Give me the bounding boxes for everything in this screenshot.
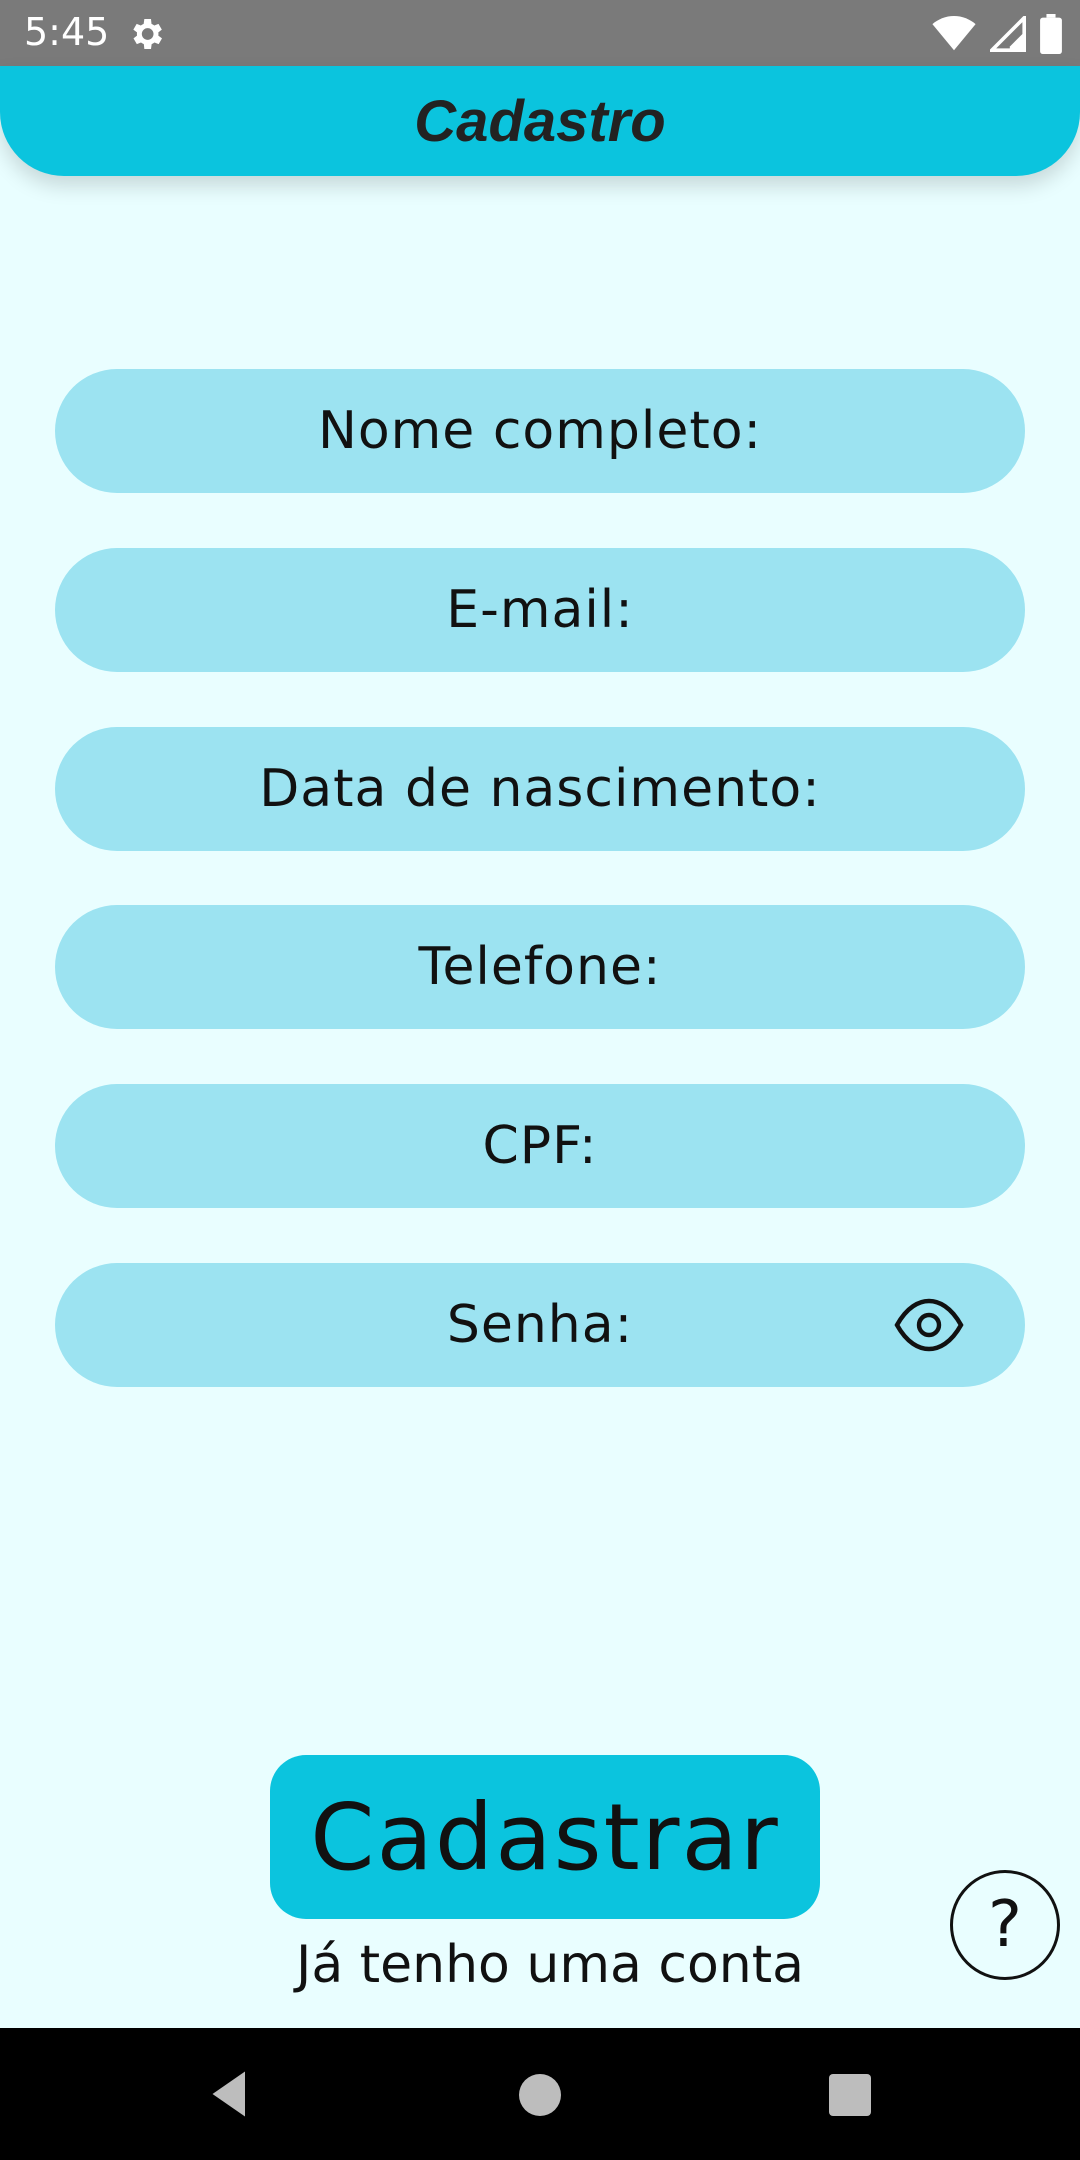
cpf-field-label: CPF: (482, 1116, 598, 1176)
status-icons (932, 14, 1062, 54)
birthdate-field-label: Data de nascimento: (259, 759, 821, 819)
register-button-label: Cadastrar (310, 1783, 780, 1891)
password-field[interactable]: Senha: (55, 1263, 1025, 1387)
name-field[interactable]: Nome completo: (55, 369, 1025, 493)
eye-icon[interactable] (893, 1297, 965, 1353)
home-icon[interactable] (519, 2074, 561, 2116)
page-title: Cadastro (414, 88, 666, 154)
phone-field-label: Telefone: (418, 937, 662, 997)
cpf-field[interactable]: CPF: (55, 1084, 1025, 1208)
status-bar: 5:45 (0, 0, 1080, 66)
app-header: Cadastro (0, 66, 1080, 176)
name-field-label: Nome completo: (317, 401, 763, 461)
login-link[interactable]: Já tenho uma conta (270, 1935, 830, 1995)
help-icon: ? (988, 1888, 1022, 1962)
password-field-label: Senha: (446, 1295, 634, 1355)
status-time: 5:45 (24, 10, 110, 54)
signal-icon (990, 16, 1026, 52)
phone-field[interactable]: Telefone: (55, 905, 1025, 1029)
recents-icon[interactable] (829, 2074, 871, 2116)
wifi-icon (932, 16, 976, 51)
birthdate-field[interactable]: Data de nascimento: (55, 727, 1025, 851)
email-field-label: E-mail: (446, 580, 634, 640)
navigation-bar (0, 2028, 1080, 2160)
battery-icon (1040, 14, 1062, 54)
register-button[interactable]: Cadastrar (270, 1755, 820, 1919)
email-field[interactable]: E-mail: (55, 548, 1025, 672)
settings-gear-icon (133, 19, 162, 49)
back-icon[interactable] (205, 2069, 255, 2119)
help-button[interactable]: ? (950, 1870, 1060, 1980)
